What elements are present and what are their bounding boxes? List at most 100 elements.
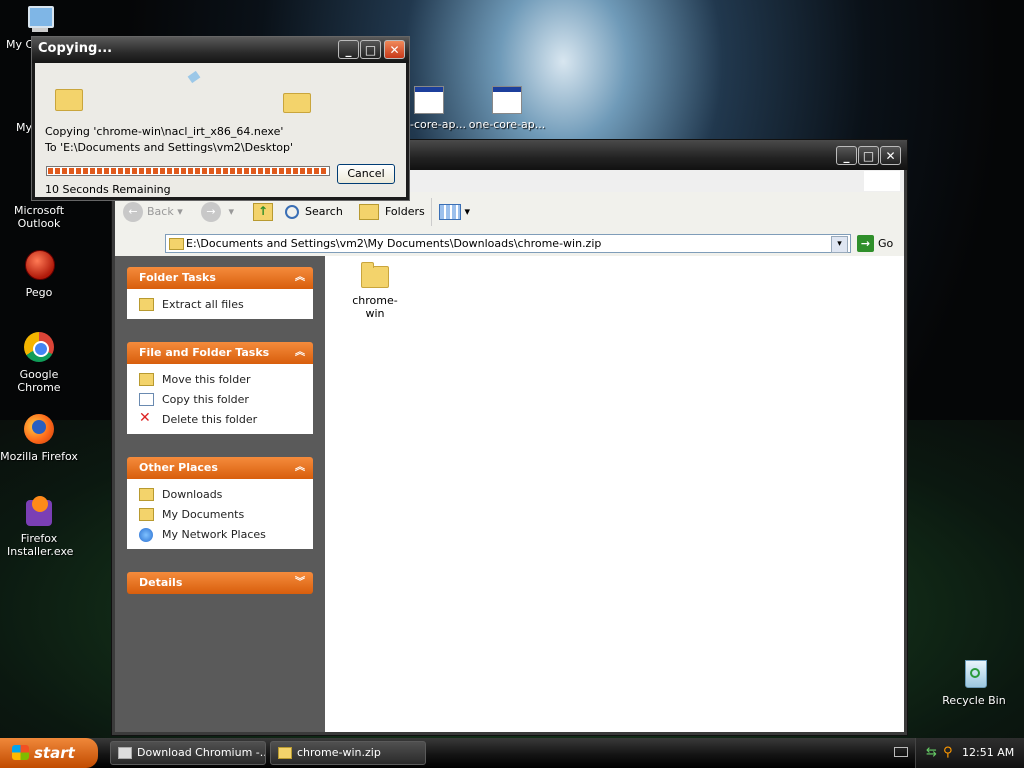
keyboard-tray-icon[interactable] xyxy=(894,747,908,757)
recycle-bin-icon xyxy=(957,656,991,690)
task-pane: Folder Tasks ︽ Extract all files File an… xyxy=(115,256,325,732)
task-copy-this-folder[interactable]: Copy this folder xyxy=(139,390,313,410)
copy-progress-bar xyxy=(46,166,330,176)
file-item-folder[interactable]: chrome-win xyxy=(345,262,405,320)
zip-folder-icon xyxy=(278,747,292,759)
task-label: Extract all files xyxy=(162,298,244,311)
go-arrow-icon: → xyxy=(857,235,874,252)
explorer-window: _ □ ✕ ← Back ▾ → ▾ ↑ Search Folders ▾ E:… xyxy=(111,139,908,736)
expand-chevron-icon[interactable]: ︾ xyxy=(295,572,305,594)
desktop-icon-google-chrome[interactable]: Google Chrome xyxy=(0,330,78,394)
start-button[interactable]: start xyxy=(0,738,98,768)
task-move-this-folder[interactable]: Move this folder xyxy=(139,370,313,390)
place-my-documents[interactable]: My Documents xyxy=(139,505,313,525)
place-label: Downloads xyxy=(162,488,223,501)
desktop-icon-label: My C xyxy=(6,38,34,51)
taskbar: start Download Chromium -... chrome-win.… xyxy=(0,738,1024,768)
up-folder-button[interactable]: ↑ xyxy=(253,201,273,223)
views-button[interactable]: ▾ xyxy=(439,201,470,223)
task-delete-this-folder[interactable]: ✕ Delete this folder xyxy=(139,410,313,430)
source-folder-icon xyxy=(55,89,83,111)
folder-icon xyxy=(139,488,154,501)
maximize-button[interactable]: □ xyxy=(360,40,381,59)
system-tray: ⇆ ⚲ 12:51 AM xyxy=(915,738,1024,768)
delete-x-icon: ✕ xyxy=(139,410,151,426)
desktop-icon-label: Firefox Installer.exe xyxy=(7,532,74,558)
taskbar-button-chromium-download[interactable]: Download Chromium -... xyxy=(110,741,266,765)
clock[interactable]: 12:51 AM xyxy=(962,738,1014,768)
desktop-icon-mozilla-firefox[interactable]: Mozilla Firefox xyxy=(0,412,78,463)
close-button[interactable]: ✕ xyxy=(384,40,405,59)
other-places-panel: Other Places ︽ Downloads My Documents My… xyxy=(127,457,313,549)
file-folder-tasks-header[interactable]: File and Folder Tasks ︽ xyxy=(127,342,313,364)
desktop-icon-pego[interactable]: Pego xyxy=(0,248,78,299)
copy-folder-icon xyxy=(139,393,154,406)
time-remaining-text: 10 Seconds Remaining xyxy=(45,183,171,196)
computer-icon xyxy=(22,4,56,38)
place-label: My Network Places xyxy=(162,528,266,541)
task-label: Copy this folder xyxy=(162,393,249,406)
close-button[interactable]: ✕ xyxy=(880,146,901,165)
folder-tasks-panel: Folder Tasks ︽ Extract all files xyxy=(127,267,313,319)
cancel-button[interactable]: Cancel xyxy=(337,164,395,184)
copy-dialog-title: Copying... xyxy=(38,41,113,56)
minimize-button[interactable]: _ xyxy=(836,146,857,165)
pego-icon xyxy=(22,248,56,282)
details-header[interactable]: Details ︾ xyxy=(127,572,313,594)
copy-dialog-titlebar[interactable]: Copying... _ □ ✕ xyxy=(32,37,409,63)
back-button[interactable]: ← Back ▾ xyxy=(123,201,183,223)
desktop-icon-recycle-bin[interactable]: Recycle Bin xyxy=(936,656,1012,707)
desktop-icon-firefox-installer[interactable]: Firefox Installer.exe xyxy=(0,494,78,558)
place-label: My Documents xyxy=(162,508,245,521)
search-label: Search xyxy=(305,205,343,218)
extract-icon xyxy=(139,298,154,311)
collapse-chevron-icon[interactable]: ︽ xyxy=(295,267,305,289)
collapse-chevron-icon[interactable]: ︽ xyxy=(295,457,305,479)
flying-paper-icon xyxy=(187,70,201,84)
progress-fill xyxy=(48,168,328,174)
desktop-icon-label: one-core-ap... xyxy=(468,118,546,131)
address-bar: E:\Documents and Settings\vm2\My Documen… xyxy=(115,232,904,256)
chrome-icon xyxy=(22,330,56,364)
folder-tasks-header[interactable]: Folder Tasks ︽ xyxy=(127,267,313,289)
collapse-chevron-icon[interactable]: ︽ xyxy=(295,342,305,364)
place-downloads[interactable]: Downloads xyxy=(139,485,313,505)
installer-icon xyxy=(22,494,56,528)
search-button[interactable]: Search xyxy=(285,201,343,223)
zip-folder-icon xyxy=(169,238,184,250)
windows-logo-box xyxy=(864,171,900,191)
copying-destination-text: To 'E:\Documents and Settings\vm2\Deskto… xyxy=(45,141,294,154)
forward-button[interactable]: → ▾ xyxy=(201,201,234,223)
destination-folder-icon xyxy=(283,93,311,113)
my-documents-icon xyxy=(139,508,154,521)
maximize-button[interactable]: □ xyxy=(858,146,879,165)
task-label: Delete this folder xyxy=(162,413,258,426)
place-my-network-places[interactable]: My Network Places xyxy=(139,525,313,545)
desktop-icon-core-app-1[interactable]: -core-ap... xyxy=(398,86,478,131)
file-folder-tasks-title: File and Folder Tasks xyxy=(139,346,270,359)
network-tray-icon[interactable]: ⇆ xyxy=(926,745,937,761)
copying-source-text: Copying 'chrome-win\nacl_irt_x86_64.nexe… xyxy=(45,125,284,138)
taskbar-button-chrome-win-zip[interactable]: chrome-win.zip xyxy=(270,741,426,765)
task-label: chrome-win.zip xyxy=(297,746,381,759)
copy-dialog-body: Copying 'chrome-win\nacl_irt_x86_64.nexe… xyxy=(35,63,406,197)
address-input[interactable]: E:\Documents and Settings\vm2\My Documen… xyxy=(165,234,851,253)
start-label: start xyxy=(34,744,75,762)
minimize-button[interactable]: _ xyxy=(338,40,359,59)
address-dropdown-button[interactable]: ▾ xyxy=(831,236,848,253)
details-panel: Details ︾ xyxy=(127,572,313,594)
move-folder-icon xyxy=(139,373,154,386)
firefox-icon xyxy=(22,412,56,446)
search-tray-icon[interactable]: ⚲ xyxy=(943,745,953,761)
window-app-icon xyxy=(492,86,522,114)
task-extract-all-files[interactable]: Extract all files xyxy=(139,295,313,315)
window-app-icon xyxy=(414,86,444,114)
views-icon xyxy=(439,204,461,220)
search-icon xyxy=(285,205,299,219)
other-places-header[interactable]: Other Places ︽ xyxy=(127,457,313,479)
folder-icon xyxy=(361,262,389,288)
go-button[interactable]: → Go xyxy=(857,235,893,252)
desktop-icon-label: -core-ap... xyxy=(410,118,466,131)
folders-button[interactable]: Folders xyxy=(359,201,425,223)
desktop-icon-core-app-2[interactable]: one-core-ap... xyxy=(467,86,547,131)
